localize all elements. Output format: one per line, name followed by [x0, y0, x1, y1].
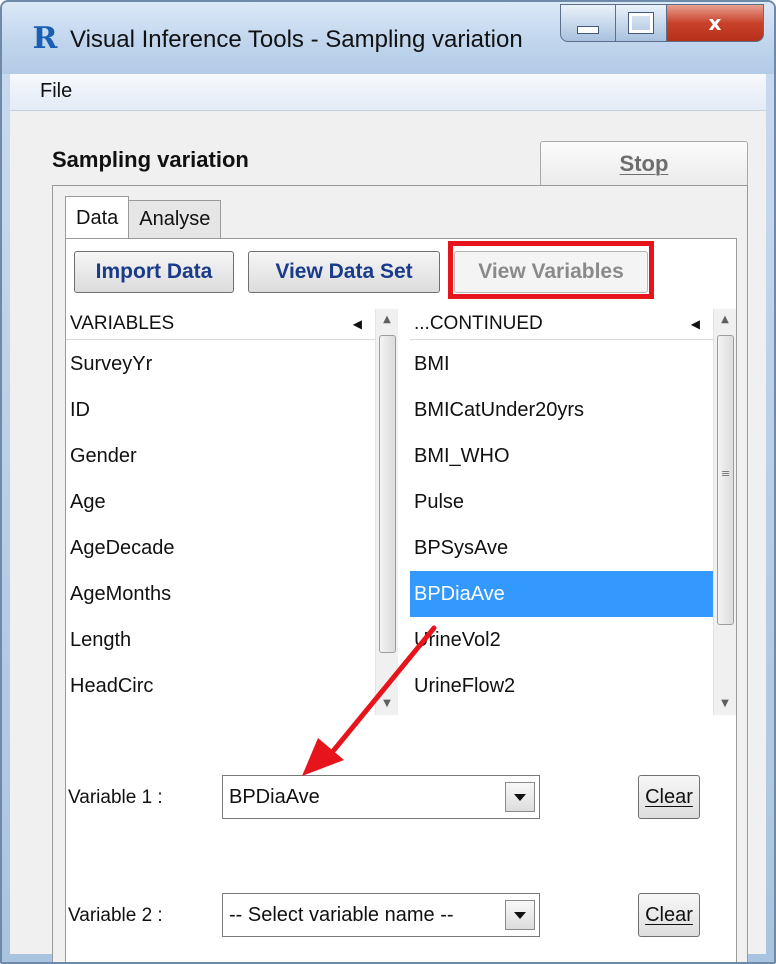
maximize-button[interactable]	[616, 4, 667, 42]
panel-heading: Sampling variation	[52, 147, 249, 172]
clear-label: Clear	[645, 903, 693, 926]
variable1-value: BPDiaAve	[229, 786, 320, 808]
scroll-up-icon[interactable]: ▲	[376, 309, 398, 331]
list-item[interactable]: BMI	[410, 341, 714, 387]
list-item[interactable]: Length	[66, 617, 376, 663]
sort-arrow-icon: ◀	[690, 317, 700, 331]
list-item[interactable]: Age	[66, 479, 376, 525]
r-logo-icon: R	[32, 21, 58, 56]
list-item[interactable]: UrineVol2	[410, 617, 714, 663]
stop-button[interactable]: Stop	[540, 141, 748, 187]
list-item[interactable]: HeadCirc	[66, 663, 376, 709]
variable2-dropdown-button[interactable]	[505, 900, 535, 930]
data-tab-panel: Import Data View Data Set View Variables…	[65, 238, 737, 962]
chevron-down-icon	[514, 793, 526, 801]
scroll-up-icon[interactable]: ▲	[714, 309, 736, 331]
continued-scrollbar[interactable]: ▲ ≡ ▼	[713, 309, 736, 715]
scroll-thumb[interactable]	[379, 335, 396, 653]
minimize-icon	[577, 26, 599, 34]
list-item[interactable]: ID	[66, 387, 376, 433]
list-item[interactable]: BMI_WHO	[410, 433, 714, 479]
grip-icon: ≡	[721, 467, 731, 480]
list-item[interactable]: UrineFlow2	[410, 663, 714, 709]
list-item[interactable]: Gender	[66, 433, 376, 479]
list-item[interactable]: BPDiaAve	[410, 571, 714, 617]
clear-label: Clear	[645, 785, 693, 808]
maximize-icon	[628, 12, 654, 34]
client-area: Sampling variation Stop Data Analyse Imp…	[10, 111, 766, 962]
close-button[interactable]: x	[667, 4, 764, 42]
window-title: Visual Inference Tools - Sampling variat…	[70, 26, 523, 53]
chevron-down-icon	[514, 911, 526, 919]
highlight-box	[448, 241, 654, 299]
variable2-label: Variable 2 :	[68, 905, 163, 926]
tab-data[interactable]: Data	[65, 196, 130, 240]
app-window: R Visual Inference Tools - Sampling vari…	[0, 0, 776, 964]
title-bar[interactable]: R Visual Inference Tools - Sampling vari…	[2, 2, 774, 74]
control-group: Data Analyse Import Data View Data Set V…	[52, 185, 748, 962]
clear-variable2-button[interactable]: Clear	[638, 893, 700, 937]
variable1-dropdown-button[interactable]	[505, 782, 535, 812]
continued-header-label: ...CONTINUED	[414, 313, 543, 334]
tab-strip: Data Analyse	[65, 196, 222, 240]
stop-label: Stop	[619, 151, 669, 176]
variable2-value: -- Select variable name --	[229, 904, 454, 926]
continued-listbox[interactable]: ...CONTINUED ◀ BMI BMICatUnder20yrs BMI_WH…	[410, 309, 736, 715]
window-controls: x	[560, 4, 764, 42]
view-data-set-button[interactable]: View Data Set	[248, 251, 440, 293]
variable1-select[interactable]: BPDiaAve	[222, 775, 540, 819]
list-item[interactable]: BPSysAve	[410, 525, 714, 571]
variable1-label: Variable 1 :	[68, 787, 163, 808]
tab-analyse[interactable]: Analyse	[129, 200, 222, 239]
variables-header-label: VARIABLES	[70, 313, 175, 334]
list-item[interactable]: SurveyYr	[66, 341, 376, 387]
variables-header[interactable]: VARIABLES ◀	[66, 309, 376, 340]
menu-file[interactable]: File	[40, 80, 72, 103]
continued-header[interactable]: ...CONTINUED ◀	[410, 309, 714, 340]
clear-variable1-button[interactable]: Clear	[638, 775, 700, 819]
variables-scrollbar[interactable]: ▲ ▼	[375, 309, 398, 715]
sort-arrow-icon: ◀	[352, 317, 362, 331]
list-item[interactable]: AgeDecade	[66, 525, 376, 571]
minimize-button[interactable]	[560, 4, 616, 42]
scroll-thumb[interactable]: ≡	[717, 335, 734, 625]
variables-items: SurveyYr ID Gender Age AgeDecade AgeMonths Len…	[66, 341, 376, 709]
close-icon: x	[708, 11, 722, 35]
continued-items: BMI BMICatUnder20yrs BMI_WHO Pulse BPSysAve B…	[410, 341, 714, 709]
variable2-select[interactable]: -- Select variable name --	[222, 893, 540, 937]
variables-listbox[interactable]: VARIABLES ◀ SurveyYr ID Gender Age AgeDecade…	[66, 309, 398, 715]
scroll-down-icon[interactable]: ▼	[714, 693, 736, 715]
import-data-button[interactable]: Import Data	[74, 251, 234, 293]
list-item[interactable]: Pulse	[410, 479, 714, 525]
list-item[interactable]: BMICatUnder20yrs	[410, 387, 714, 433]
list-item[interactable]: AgeMonths	[66, 571, 376, 617]
scroll-down-icon[interactable]: ▼	[376, 693, 398, 715]
menu-bar: File	[10, 74, 766, 111]
